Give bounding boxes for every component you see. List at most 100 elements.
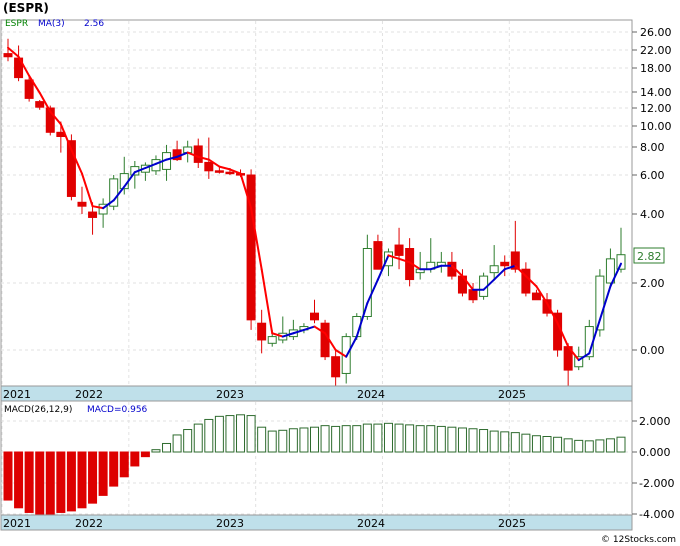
macd-bar [66,451,76,512]
macd-bar [468,428,478,453]
macd-bar [542,436,552,453]
macd-bar [236,414,246,453]
candle-body [616,254,626,270]
last-price-label: 2.82 [637,250,662,263]
macd-bar [299,427,309,453]
macd-bar [278,429,288,453]
macd-bar [162,442,172,453]
macd-bar [98,451,108,496]
candle-body [88,211,98,218]
price-tick-label: 22.00 [640,44,672,57]
candle [109,175,119,211]
macd-bar [584,440,594,453]
macd-bar [595,439,605,453]
macd-bar [14,451,24,509]
x-label: 2023 [216,517,244,530]
macd-tick-label: -4.000 [639,508,674,521]
macd-bar [3,451,13,501]
price-axis: 26.00 22.00 18.00 14.00 12.00 10.00 8.00 6.00 4.… [632,26,672,357]
candle-body [267,336,277,344]
candle-body [204,161,214,172]
macd-bar [172,434,182,453]
candle-body [373,241,383,270]
macd-bar [373,423,383,453]
macd-bar [183,429,193,453]
macd-tick-label: 0.000 [639,446,671,459]
macd-bar [24,451,34,513]
x-label: 2024 [357,517,385,530]
macd-bar [415,425,425,453]
macd-bar [616,436,626,453]
candle-body [531,292,541,301]
macd-label: MACD(26,12,9) [4,405,72,415]
price-tick-label: 0.00 [640,344,665,357]
macd-bar [77,451,87,509]
macd-bar [521,433,531,453]
price-tick-label: 18.00 [640,62,672,75]
candle-body [310,312,319,321]
macd-bar [510,432,520,453]
x-label: 2024 [357,388,385,401]
chart-title: (ESPR) [3,1,49,15]
x-label: 2021 [3,388,31,401]
x-label: 2023 [216,388,244,401]
price-tick-label: 2.00 [640,277,665,290]
x-label: 2025 [498,517,526,530]
candle [246,169,256,330]
price-panel-frame [0,19,633,387]
macd-bar [447,426,457,453]
macd-bar [140,451,150,458]
candle-body [257,322,267,341]
candle-body [331,356,341,378]
macd-bar [426,425,436,453]
macd-tick-label: 2.000 [639,415,671,428]
legend-symbol: ESPR [5,19,28,29]
candle-body [214,170,224,173]
macd-bar [553,436,563,453]
price-tick-label: 6.00 [640,169,665,182]
macd-bar [45,451,55,515]
candle-body [35,101,45,108]
macd-bar [563,438,573,453]
macd-axis: 2.000 0.000 -2.000 -4.000 [632,415,674,521]
macd-bar [394,423,404,453]
macd-bar [267,430,277,453]
candle-body [500,261,510,267]
macd-bar [225,415,235,453]
macd-bar [531,435,541,453]
macd-bar [500,431,510,453]
macd-bar [119,451,129,478]
macd-bar [352,425,362,453]
macd-bar [214,415,224,453]
candle [320,319,330,361]
x-label: 2022 [75,388,103,401]
candle-body [77,201,87,207]
macd-bar [109,451,119,487]
macd-bar [457,427,467,453]
macd-tick-label: -2.000 [639,477,674,490]
macd-bar [383,422,393,453]
macd-bar [479,429,489,453]
legend-ma-value: 2.56 [84,19,104,29]
macd-bar [436,425,446,453]
price-tick-label: 10.00 [640,120,672,133]
macd-bar [605,438,615,453]
macd-bar [331,425,341,453]
price-tick-label: 4.00 [640,208,665,221]
price-tick-label: 12.00 [640,102,672,115]
candle-body [489,265,499,274]
price-tick-label: 26.00 [640,26,672,39]
candle-body [394,244,404,256]
candle-body [193,145,203,163]
macd-bar [362,423,372,453]
macd-bar [246,415,256,453]
x-label: 2025 [498,388,526,401]
macd-bar [193,423,203,453]
macd-bar [130,451,140,467]
watermark: © 12Stocks.com [601,535,676,545]
x-label: 2022 [75,517,103,530]
macd-bar [310,426,319,453]
price-tick-label: 8.00 [640,141,665,154]
candle-body [468,289,478,301]
candle-body [320,322,330,358]
